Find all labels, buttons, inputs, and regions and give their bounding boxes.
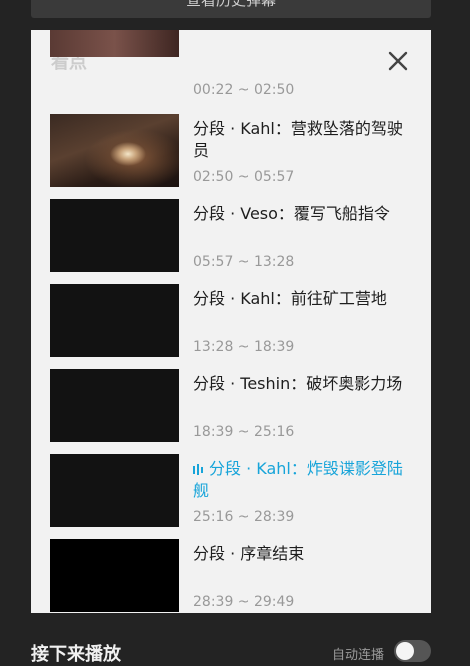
segment-item[interactable]: 分段 · Kahl：营救坠落的驾驶员 02:50 ~ 05:57 [50,114,420,187]
segment-time: 05:57 ~ 13:28 [193,254,295,270]
close-button[interactable] [387,50,409,72]
segment-item[interactable]: 00:22 ~ 02:50 [50,30,420,102]
autoplay-label: 自动连播 [331,648,384,663]
segment-time: 02:50 ~ 05:57 [193,169,295,185]
segment-list: 00:22 ~ 02:50 分段 · Kahl：营救坠落的驾驶员 02:50 ~… [31,30,431,613]
autoplay-toggle[interactable] [394,640,431,662]
segment-item[interactable]: 分段 · Veso：覆写飞船指令 05:57 ~ 13:28 [50,199,420,272]
segment-time: 18:39 ~ 25:16 [193,424,295,440]
segment-title-text: 分段 · Kahl：炸毁谍影登陆舰 [193,459,403,500]
segment-time: 28:39 ~ 29:49 [193,594,295,610]
segment-time: 00:22 ~ 02:50 [193,82,295,98]
segment-thumbnail [50,454,179,527]
segment-title: 分段 · Kahl：前往矿工营地 [193,289,387,308]
segment-item[interactable]: 分段 · Teshin：破坏奥影力场 18:39 ~ 25:16 [50,369,420,442]
segment-thumbnail [50,199,179,272]
segment-thumbnail [50,30,179,57]
segment-thumbnail [50,284,179,357]
view-history-danmaku-label: 查看历史弹幕 [185,0,276,9]
segment-title: 分段 · 序章结束 [193,544,305,563]
segment-thumbnail [50,369,179,442]
segment-item-active[interactable]: 分段 · Kahl：炸毁谍影登陆舰 25:16 ~ 28:39 [50,454,420,527]
view-history-danmaku-button[interactable]: 查看历史弹幕 [31,0,431,18]
segment-title: 分段 · Kahl：营救坠落的驾驶员 [193,119,403,160]
segment-thumbnail [50,539,179,612]
segment-time: 25:16 ~ 28:39 [193,509,295,525]
segment-time: 13:28 ~ 18:39 [193,339,295,355]
segment-item[interactable]: 分段 · 序章结束 28:39 ~ 29:49 [50,539,420,612]
highlights-panel: 看点 00:22 ~ 02:50 分段 · Kahl：营救坠落的驾驶员 02:5… [31,30,431,613]
playing-indicator-icon [193,464,203,475]
segment-title: 分段 · Veso：覆写飞船指令 [193,204,390,223]
up-next-title: 接下来播放 [31,644,121,665]
toggle-knob [396,642,414,660]
segment-title-active: 分段 · Kahl：炸毁谍影登陆舰 [193,458,413,502]
segment-title: 分段 · Teshin：破坏奥影力场 [193,374,403,393]
segment-item[interactable]: 分段 · Kahl：前往矿工营地 13:28 ~ 18:39 [50,284,420,357]
close-icon [388,51,408,71]
segment-thumbnail [50,114,179,187]
